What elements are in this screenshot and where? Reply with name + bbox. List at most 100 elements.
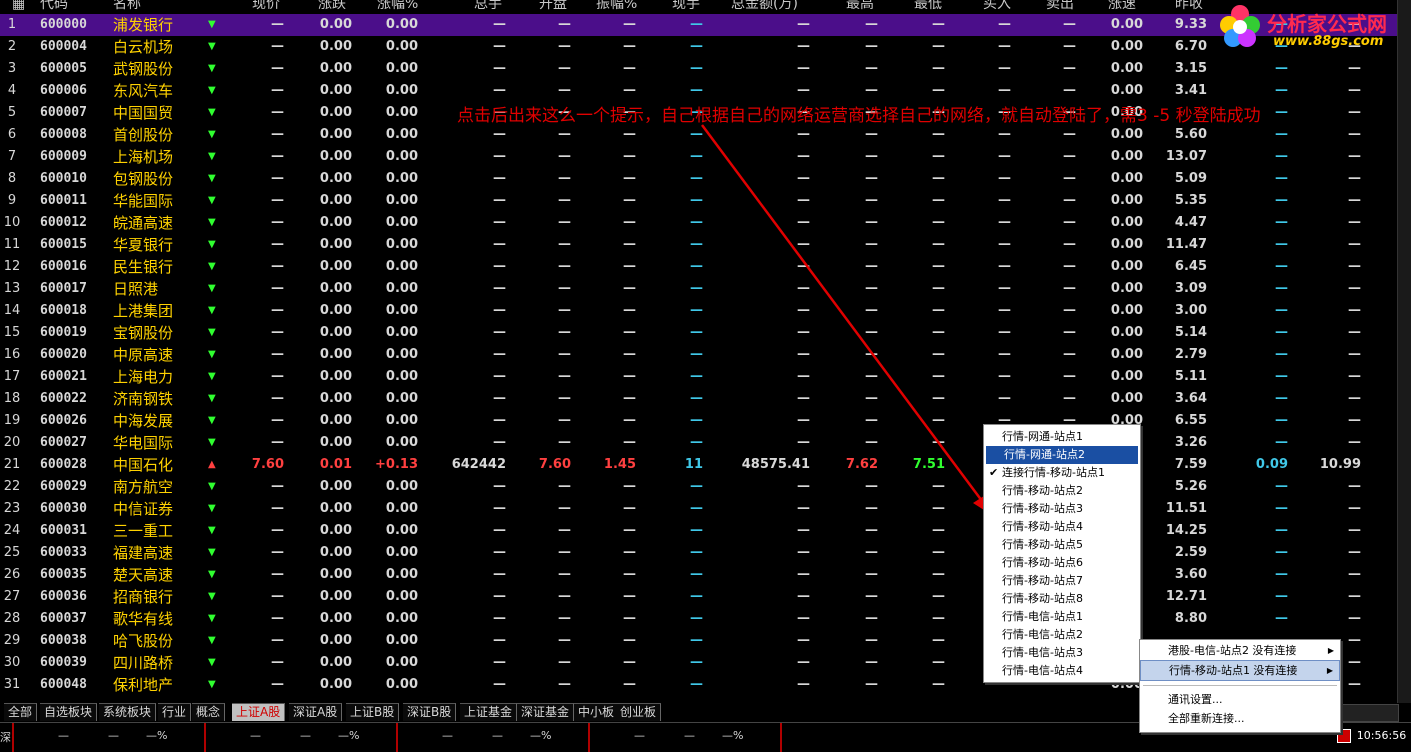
submenu-item-2[interactable]: 通讯设置... [1140, 690, 1340, 709]
menu-item-3[interactable]: 行情-移动-站点2 [984, 482, 1140, 500]
stock-name: 华电国际 [113, 434, 174, 452]
table-row[interactable]: 17 600021 上海电力 ▼ — 0.00 0.00 — — — — — — — — — 0.00 5.11 —… [0, 366, 1397, 388]
stock-code: 600006 [40, 83, 87, 98]
tab-3[interactable]: 行业 [158, 703, 192, 721]
cell-low: — [932, 259, 945, 274]
table-row[interactable]: 23600030中信证券▼—0.000.00—————————0.0011.51… [0, 498, 1397, 520]
col-amplitude[interactable]: 振幅% [596, 0, 637, 13]
vertical-scrollbar[interactable] [1397, 0, 1411, 703]
col-cur-vol[interactable]: 现手 [672, 0, 700, 13]
menu-item-13[interactable]: 行情-电信-站点4 [984, 662, 1140, 680]
stock-name: 浦发银行 [113, 16, 174, 34]
col-price[interactable]: 现价 [252, 0, 280, 13]
cell-price: — [271, 391, 284, 406]
table-row[interactable]: 20600027华电国际▼—0.000.00—————————0.003.26—… [0, 432, 1397, 454]
row-index: 18 [3, 391, 21, 406]
tab-1[interactable]: 自选板块 [40, 703, 98, 721]
cell-low: — [932, 611, 945, 626]
cell-sell: — [1063, 39, 1076, 54]
down-arrow-icon: ▼ [208, 19, 216, 30]
table-row[interactable]: 15 600019 宝钢股份 ▼ — 0.00 0.00 — — — — — — — — — 0.00 5.14 —… [0, 322, 1397, 344]
tab-8[interactable]: 深证B股 [403, 703, 457, 721]
table-row[interactable]: 18 600022 济南钢铁 ▼ — 0.00 0.00 — — — — — — — — — 0.00 3.64 —… [0, 388, 1397, 410]
menu-item-1[interactable]: 行情-网通-站点2 [986, 446, 1138, 464]
col-speed[interactable]: 涨速 [1108, 0, 1136, 13]
table-row[interactable]: 10 600012 皖通高速 ▼ — 0.00 0.00 — — — — — — — — — 0.00 4.47 —… [0, 212, 1397, 234]
table-row[interactable]: 9 600011 华能国际 ▼ — 0.00 0.00 — — — — — — — — — 0.00 5.35 — — [0, 190, 1397, 212]
tab-5[interactable]: 上证A股 [232, 703, 286, 721]
menu-item-12[interactable]: 行情-电信-站点3 [984, 644, 1140, 662]
menu-icon[interactable]: ▦ [12, 0, 25, 13]
table-row[interactable]: 12 600016 民生银行 ▼ — 0.00 0.00 — — — — — — — — — 0.00 6.45 —… [0, 256, 1397, 278]
table-row[interactable]: 2 600004 白云机场 ▼ —0.00 0.00— — — — — — — — —0.00 6.70— — [0, 36, 1397, 58]
table-row[interactable]: 22600029南方航空▼—0.000.00—————————0.005.26—… [0, 476, 1397, 498]
tab-4[interactable]: 概念 [192, 703, 226, 721]
menu-item-10[interactable]: 行情-电信-站点1 [984, 608, 1140, 626]
cell-volume: — [493, 127, 506, 142]
tab-10[interactable]: 深证基金 [517, 703, 575, 721]
menu-item-5[interactable]: 行情-移动-站点4 [984, 518, 1140, 536]
col-pct[interactable]: 涨幅% [377, 0, 418, 13]
col-open[interactable]: 开盘 [539, 0, 567, 13]
col-prev-close[interactable]: 昨收 [1175, 0, 1203, 13]
col-name[interactable]: 名称 [113, 0, 141, 13]
table-row[interactable]: 8 600010 包钢股份 ▼ — 0.00 0.00 — — — — — — — — — 0.00 5.09 — — [0, 168, 1397, 190]
table-row[interactable]: 27600036招商银行▼—0.000.00—————————0.0012.71… [0, 586, 1397, 608]
col-low[interactable]: 最低 [914, 0, 942, 13]
table-row[interactable]: 7 600009 上海机场 ▼ — 0.00 0.00 — — — — — — — — — 0.00 13.07 —… [0, 146, 1397, 168]
submenu-item-0[interactable]: 港股-电信-站点2 没有连接 ▶ [1140, 641, 1340, 660]
cell-extra1: — [1275, 523, 1288, 538]
menu-item-7[interactable]: 行情-移动-站点6 [984, 554, 1140, 572]
table-row[interactable]: 3 600005 武钢股份 ▼ — 0.00 0.00 — — — — — — — — — 0.00 3.15 — — [0, 58, 1397, 80]
col-buy[interactable]: 买入 [983, 0, 1011, 13]
menu-item-4[interactable]: 行情-移动-站点3 [984, 500, 1140, 518]
cell-prev: 2.79 [1174, 347, 1207, 362]
table-row[interactable]: 1 600000 浦发银行 ▼ —0.00 0.00— — — — — — — — —0.00 9.33— — [0, 14, 1397, 36]
table-row[interactable]: 14 600018 上港集团 ▼ — 0.00 0.00 — — — — — — — — — 0.00 3.00 —… [0, 300, 1397, 322]
col-sell[interactable]: 卖出 [1046, 0, 1074, 13]
table-row[interactable]: 21 600028 中国石化 ▲ 7.60 0.01 +0.13 642442 7.60 1.45… [0, 454, 1397, 476]
tab-6[interactable]: 深证A股 [289, 703, 343, 721]
table-row[interactable]: 25600033福建高速▼—0.000.00—————————0.002.59—… [0, 542, 1397, 564]
tab-9[interactable]: 上证基金 [460, 703, 518, 721]
table-row[interactable]: 13 600017 日照港 ▼ — 0.00 0.00 — — — — — — — — — 0.00 3.09 — — [0, 278, 1397, 300]
cell-pct: 0.00 [385, 435, 418, 450]
cell-high: — [865, 303, 878, 318]
horizontal-scrollbar[interactable] [1339, 704, 1399, 722]
table-row[interactable]: 26600035楚天高速▼—0.000.00—————————0.003.60—… [0, 564, 1397, 586]
cell-volume: — [493, 237, 506, 252]
col-code[interactable]: 代码 [40, 0, 68, 13]
table-row[interactable]: 6 600008 首创股份 ▼ — 0.00 0.00 — — — — — — — — — 0.00 5.60 — — [0, 124, 1397, 146]
cell-open: — [558, 17, 571, 32]
cell-amount: — [797, 611, 810, 626]
menu-item-8[interactable]: 行情-移动-站点7 [984, 572, 1140, 590]
cell-amount: — [797, 303, 810, 318]
submenu-item-1[interactable]: 行情-移动-站点1 没有连接 ▶ [1140, 660, 1340, 681]
col-change[interactable]: 涨跌 [318, 0, 346, 13]
table-row[interactable]: 11 600015 华夏银行 ▼ — 0.00 0.00 — — — — — — — — — 0.00 11.47… [0, 234, 1397, 256]
table-row[interactable]: 16 600020 中原高速 ▼ — 0.00 0.00 — — — — — — — — — 0.00 2.79 —… [0, 344, 1397, 366]
stock-name: 包钢股份 [113, 170, 174, 188]
menu-item-0[interactable]: 行情-网通-站点1 [984, 428, 1140, 446]
tab-0[interactable]: 全部 [4, 703, 38, 721]
tab-11[interactable]: 中小板 [574, 703, 620, 721]
cell-open: — [558, 303, 571, 318]
tab-2[interactable]: 系统板块 [99, 703, 157, 721]
cell-sell: — [1063, 193, 1076, 208]
table-row[interactable]: 28600037歌华有线▼—0.000.00—————————0.008.80—… [0, 608, 1397, 630]
col-amount[interactable]: 总金额(万) [731, 0, 798, 13]
submenu-item-3[interactable]: 全部重新连接... [1140, 709, 1340, 728]
table-row[interactable]: 4 600006 东风汽车 ▼ — 0.00 0.00 — — — — — — — — — 0.00 3.41 — — [0, 80, 1397, 102]
menu-item-9[interactable]: 行情-移动-站点8 [984, 590, 1140, 608]
tab-7[interactable]: 上证B股 [346, 703, 400, 721]
cell-change: 0.01 [319, 457, 352, 472]
menu-item-6[interactable]: 行情-移动-站点5 [984, 536, 1140, 554]
tab-12[interactable]: 创业板 [616, 703, 662, 721]
menu-item-2[interactable]: ✔ 连接行情-移动-站点1 [984, 464, 1140, 482]
table-row[interactable]: 24600031三一重工▼—0.000.00—————————0.0014.25… [0, 520, 1397, 542]
cell-change: 0.00 [319, 545, 352, 560]
col-volume[interactable]: 总手 [474, 0, 502, 13]
col-high[interactable]: 最高 [846, 0, 874, 13]
table-row[interactable]: 19 600026 中海发展 ▼ —0.00 0.00— — — — — — — — —0.00 6.55—… [0, 410, 1397, 432]
menu-item-11[interactable]: 行情-电信-站点2 [984, 626, 1140, 644]
